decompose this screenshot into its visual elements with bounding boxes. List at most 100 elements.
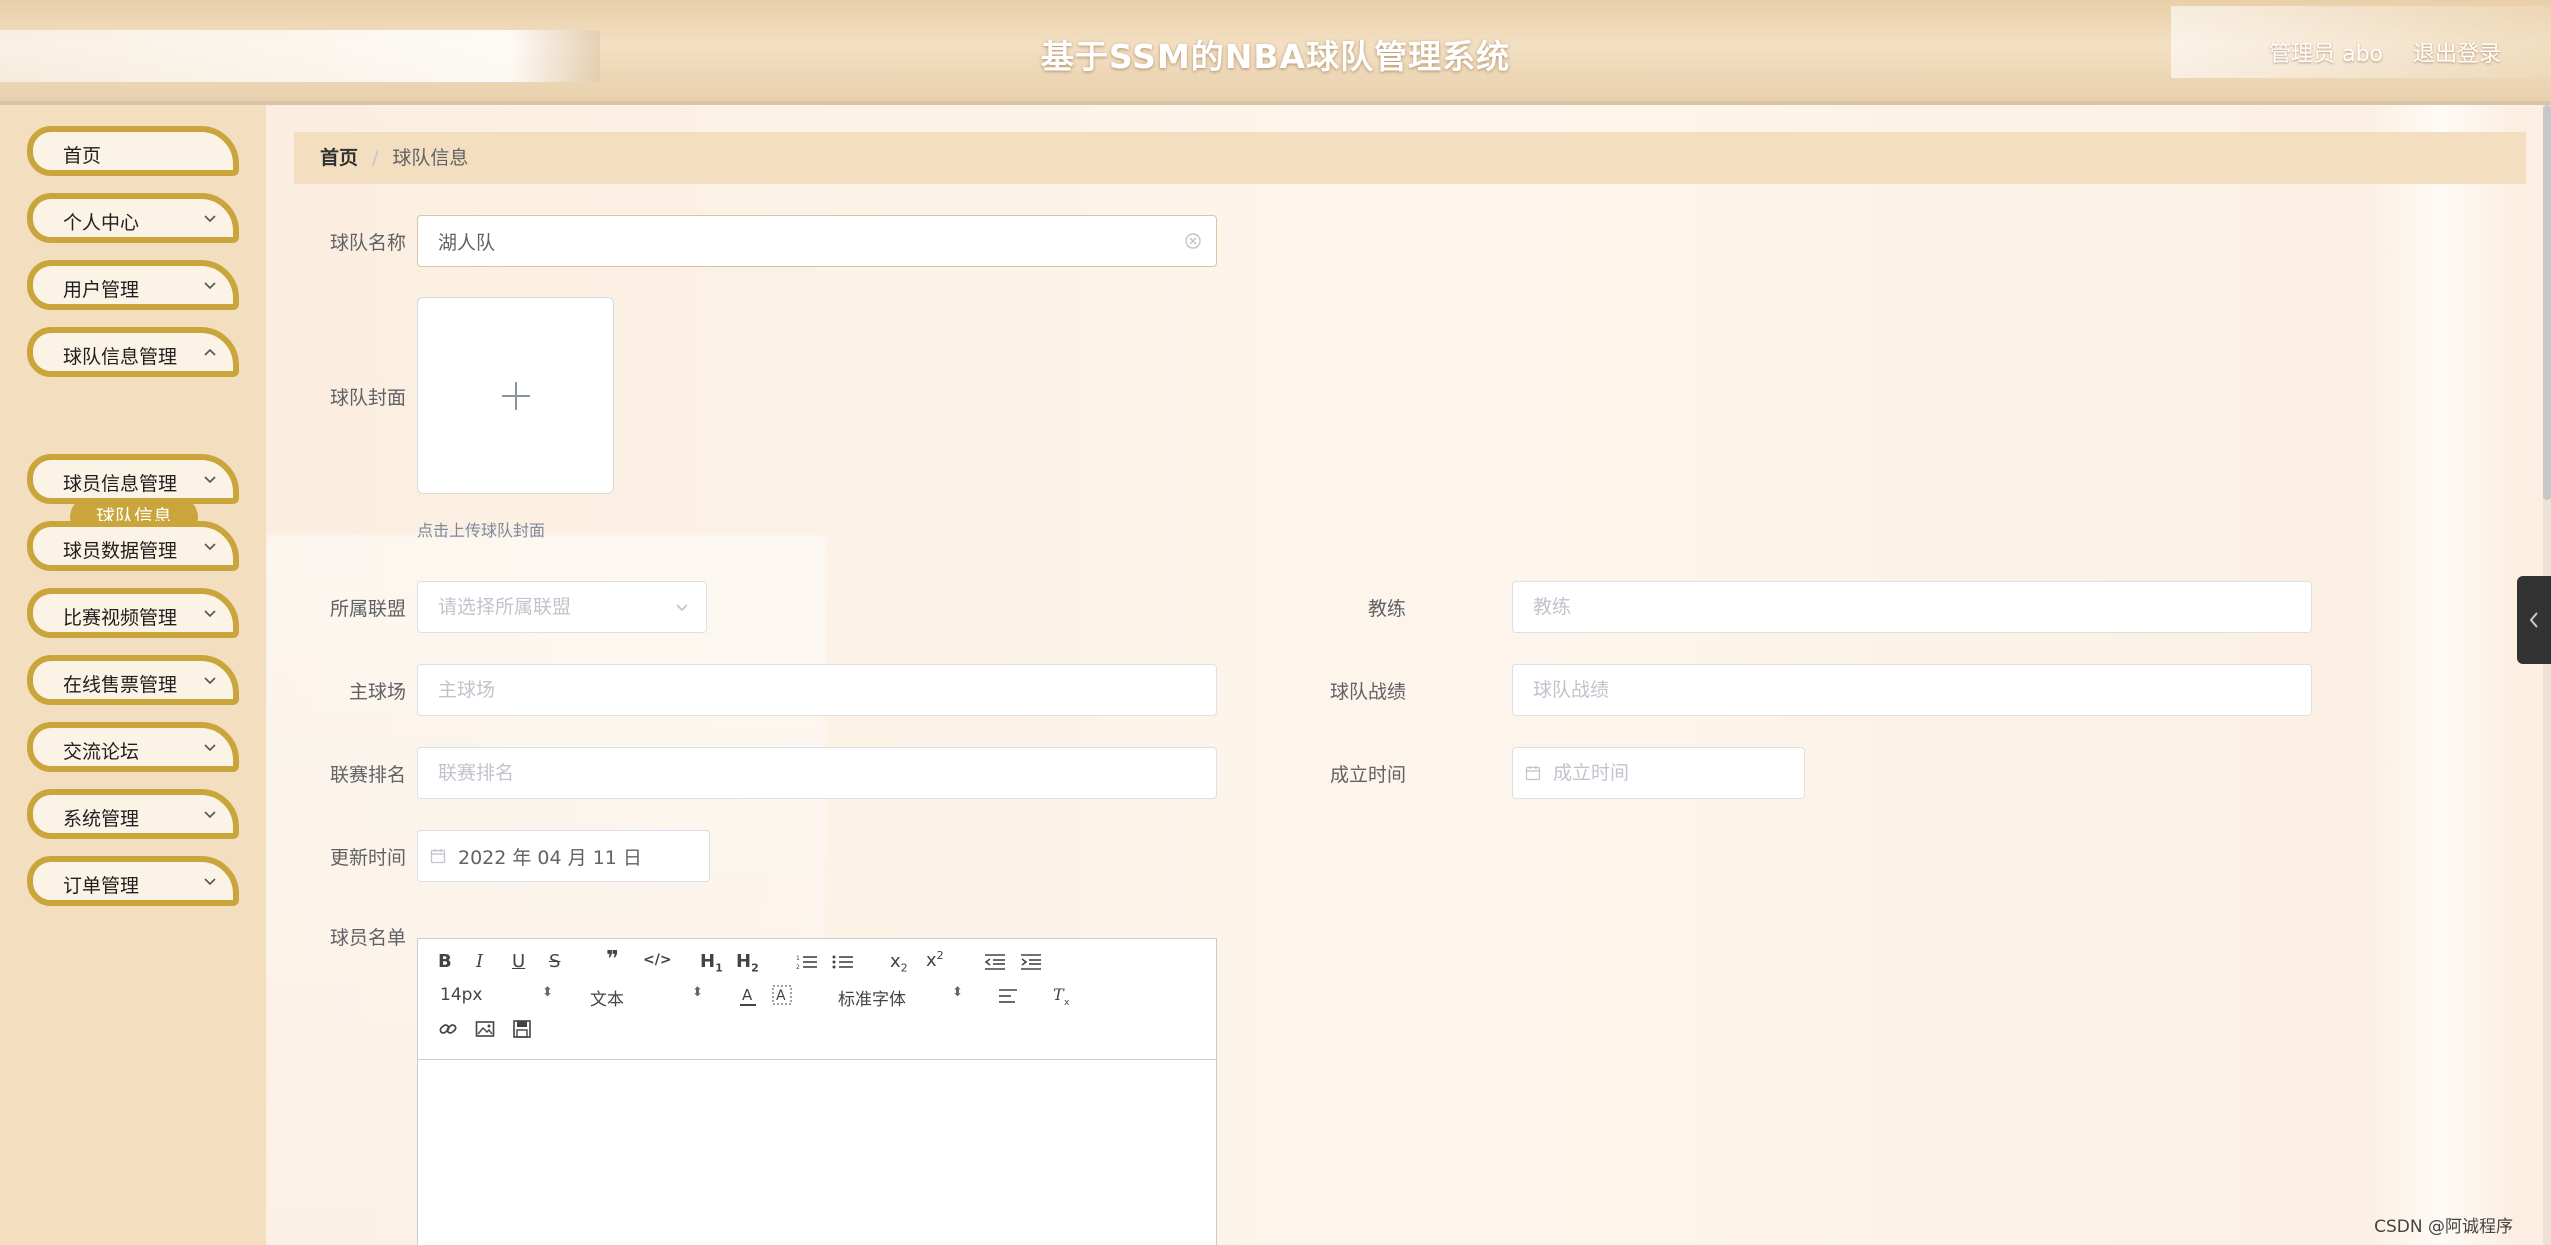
subscript-button[interactable]: x2 <box>890 951 908 975</box>
font-family-select[interactable]: 标准字体 <box>838 985 906 1010</box>
chevron-down-icon <box>204 215 216 223</box>
sidebar-item-player-info[interactable]: 球员信息管理 <box>27 454 239 504</box>
sidebar-item-label: 系统管理 <box>63 808 140 830</box>
blockquote-button[interactable]: ❞ <box>606 947 619 972</box>
sidebar-item-label: 球队信息管理 <box>63 346 178 368</box>
scrollbar-thumb[interactable] <box>2543 105 2551 500</box>
chevron-down-icon <box>204 282 216 290</box>
founded-date-label: 成立时间 <box>1329 764 1406 786</box>
logout-link[interactable]: 退出登录 <box>2413 36 2501 68</box>
chevron-up-icon <box>204 348 216 356</box>
svg-text:A: A <box>776 988 786 1004</box>
sidebar-item-orders[interactable]: 订单管理 <box>27 856 239 906</box>
chevron-down-icon <box>204 878 216 886</box>
video-icon[interactable] <box>512 1019 532 1039</box>
league-ranking-input[interactable] <box>417 747 1217 799</box>
align-left-icon[interactable] <box>998 987 1018 1005</box>
background-decoration <box>2371 105 2511 1245</box>
team-record-input[interactable] <box>1512 664 2312 716</box>
font-size-arrow-icon: ⬍ <box>542 985 553 1000</box>
svg-text:A: A <box>742 986 753 1004</box>
league-ranking-label: 联赛排名 <box>329 764 406 786</box>
updated-date-label: 更新时间 <box>329 847 406 869</box>
bold-button[interactable]: B <box>438 951 452 972</box>
upload-tip: 点击上传球队封面 <box>417 521 546 540</box>
breadcrumb-current: 球队信息 <box>392 147 469 169</box>
background-color-icon[interactable]: A <box>772 985 792 1007</box>
sidebar-item-player-data[interactable]: 球员数据管理 <box>27 521 239 571</box>
main-content: 首页 / 球队信息 球队名称 球队封面 点击上传球队封面 所属联盟 教练 主球场 球… <box>266 105 2551 1245</box>
heading2-button[interactable]: H2 <box>736 951 759 975</box>
sidebar-item-label: 个人中心 <box>63 212 140 234</box>
sidebar-item-label: 交流论坛 <box>63 741 140 763</box>
sidebar-item-label: 球员数据管理 <box>63 540 178 562</box>
breadcrumb: 首页 / 球队信息 <box>294 132 2526 184</box>
watermark: CSDN @阿诚程序 <box>2374 1217 2513 1237</box>
svg-text:x: x <box>1064 998 1070 1007</box>
team-name-label: 球队名称 <box>329 232 406 254</box>
league-select[interactable] <box>417 581 707 633</box>
rich-text-editor: B I U S ❞ </> H1 H2 12 x2 x2 14px ⬍ 文本 ⬍… <box>417 938 1217 1245</box>
coach-input[interactable] <box>1512 581 2312 633</box>
breadcrumb-separator: / <box>372 147 379 169</box>
page-scrollbar[interactable] <box>2543 105 2551 1245</box>
home-court-input[interactable] <box>417 664 1217 716</box>
font-size-select[interactable]: 14px <box>440 985 482 1005</box>
ordered-list-icon[interactable]: 12 <box>796 953 818 971</box>
chevron-down-icon <box>204 744 216 752</box>
svg-text:2: 2 <box>796 964 800 971</box>
underline-button[interactable]: U <box>512 951 525 972</box>
clear-format-icon[interactable]: Tx <box>1052 985 1074 1007</box>
side-panel-toggle[interactable] <box>2517 576 2551 664</box>
italic-button[interactable]: I <box>476 951 483 972</box>
bullet-list-icon[interactable] <box>832 953 854 971</box>
code-block-button[interactable]: </> <box>643 952 672 968</box>
clear-icon[interactable] <box>1184 232 1202 250</box>
app-title: 基于SSM的NBA球队管理系统 <box>1040 37 1511 76</box>
current-user: 管理员 abo <box>2269 42 2383 67</box>
sidebar-item-label: 在线售票管理 <box>63 674 178 696</box>
sidebar-item-users[interactable]: 用户管理 <box>27 260 239 310</box>
sidebar-item-forum[interactable]: 交流论坛 <box>27 722 239 772</box>
header-select[interactable]: 文本 <box>590 985 624 1010</box>
image-icon[interactable] <box>475 1019 495 1039</box>
sidebar-item-home[interactable]: 首页 <box>27 126 239 176</box>
chevron-left-icon <box>2529 612 2538 628</box>
cover-uploader[interactable] <box>417 297 614 494</box>
sidebar-item-profile[interactable]: 个人中心 <box>27 193 239 243</box>
team-name-input[interactable] <box>417 215 1217 267</box>
chevron-down-icon <box>204 543 216 551</box>
link-icon[interactable] <box>438 1019 458 1039</box>
superscript-button[interactable]: x2 <box>926 949 944 971</box>
sidebar-item-system[interactable]: 系统管理 <box>27 789 239 839</box>
sidebar-item-team-info[interactable]: 球队信息管理 <box>27 327 239 377</box>
sidebar-item-match-video[interactable]: 比赛视频管理 <box>27 588 239 638</box>
sidebar-item-label: 球员信息管理 <box>63 473 178 495</box>
text-color-icon[interactable]: A <box>738 985 758 1007</box>
coach-label: 教练 <box>1367 598 1406 620</box>
top-header: 基于SSM的NBA球队管理系统 管理员 abo 退出登录 <box>0 0 2551 105</box>
header-arrow-icon: ⬍ <box>692 985 703 1000</box>
chevron-down-icon <box>204 677 216 685</box>
heading1-button[interactable]: H1 <box>700 951 723 975</box>
svg-text:1: 1 <box>796 955 800 962</box>
outdent-icon[interactable] <box>984 953 1006 971</box>
editor-content-area[interactable] <box>418 1061 1216 1245</box>
chevron-down-icon <box>204 476 216 484</box>
breadcrumb-home[interactable]: 首页 <box>320 147 358 169</box>
sidebar-item-label: 比赛视频管理 <box>63 607 178 629</box>
indent-icon[interactable] <box>1020 953 1042 971</box>
font-family-arrow-icon: ⬍ <box>952 985 963 1000</box>
sidebar-item-ticketing[interactable]: 在线售票管理 <box>27 655 239 705</box>
editor-toolbar: B I U S ❞ </> H1 H2 12 x2 x2 14px ⬍ 文本 ⬍… <box>418 939 1216 1060</box>
updated-date-picker[interactable] <box>417 830 710 882</box>
strikethrough-button[interactable]: S <box>549 951 560 972</box>
team-record-label: 球队战绩 <box>1329 681 1406 703</box>
sidebar-item-label: 用户管理 <box>63 279 140 301</box>
sidebar-item-label: 订单管理 <box>63 875 140 897</box>
founded-date-picker[interactable] <box>1512 747 1805 799</box>
chevron-down-icon <box>204 811 216 819</box>
home-court-label: 主球场 <box>348 681 406 703</box>
plus-icon <box>502 382 530 410</box>
league-label: 所属联盟 <box>329 598 406 620</box>
